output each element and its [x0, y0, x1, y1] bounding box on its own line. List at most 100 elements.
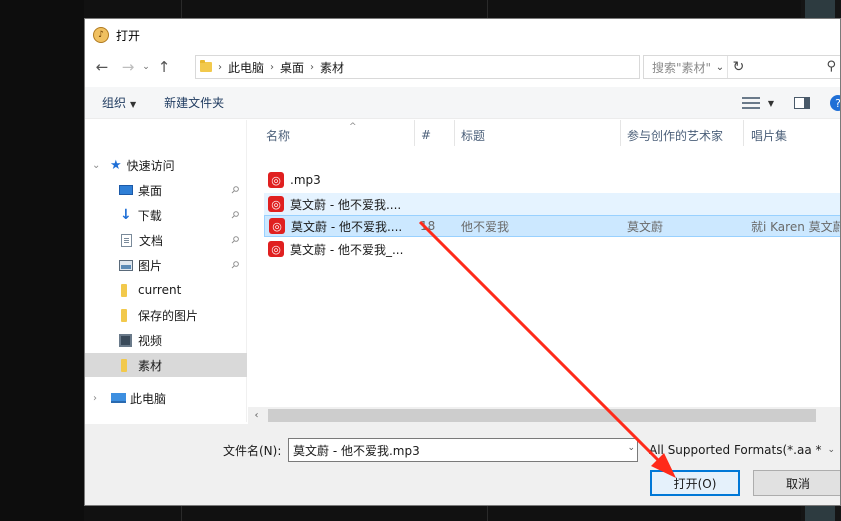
- column-header-album[interactable]: 唱片集: [751, 124, 787, 146]
- search-icon[interactable]: ⚲: [826, 59, 836, 74]
- file-artist: 莫文蔚: [627, 219, 664, 234]
- up-arrow-icon[interactable]: ↑: [153, 56, 175, 78]
- organize-label: 组织: [102, 96, 127, 110]
- chevron-down-icon[interactable]: ⌄: [627, 443, 635, 453]
- preview-pane-icon[interactable]: [794, 97, 810, 109]
- folder-icon: [200, 60, 212, 72]
- nav-item-current[interactable]: current: [85, 278, 247, 302]
- navigation-pane: ⌄ ★ 快速访问 桌面 ⚲ ↓ 下载 ⚲ 文档 ⚲ 图片 ⚲ current 保…: [85, 120, 247, 438]
- pin-icon: ⚲: [228, 183, 242, 197]
- breadcrumb-this-pc[interactable]: 此电脑: [228, 59, 264, 76]
- column-divider[interactable]: [620, 120, 621, 146]
- video-icon: [119, 333, 132, 347]
- view-controls: ▼ ?: [741, 87, 840, 119]
- nav-item-label: 素材: [138, 358, 163, 373]
- file-name-area: 文件名(N): 莫文蔚 - 他不爱我.mp3 ⌄ All Supported F…: [85, 424, 840, 505]
- nav-item-label: current: [138, 283, 182, 297]
- column-label: 名称: [266, 128, 291, 143]
- nav-item-materials[interactable]: 素材: [85, 353, 247, 377]
- chevron-down-icon[interactable]: ⌄: [92, 160, 100, 171]
- pictures-icon: [119, 259, 133, 271]
- chevron-right-icon[interactable]: ›: [270, 62, 274, 73]
- app-logo-icon: ♪: [93, 27, 109, 43]
- file-name: 莫文蔚 - 他不爱我....: [291, 219, 403, 234]
- chevron-right-icon[interactable]: ›: [310, 62, 314, 73]
- breadcrumb-desktop[interactable]: 桌面: [280, 59, 304, 76]
- file-type-filter[interactable]: All Supported Formats(*.aa * ⌄: [649, 438, 840, 462]
- netease-music-file-icon: ◎: [268, 196, 284, 212]
- chevron-right-icon[interactable]: ›: [93, 393, 97, 404]
- nav-item-downloads[interactable]: ↓ 下载 ⚲: [85, 203, 247, 227]
- file-name: 莫文蔚 - 他不爱我....: [290, 197, 402, 212]
- nav-item-desktop[interactable]: 桌面 ⚲: [85, 178, 247, 202]
- scrollbar-thumb[interactable]: [268, 409, 816, 422]
- command-toolbar: 组织 ▼ 新建文件夹 ▼ ?: [85, 87, 840, 119]
- cancel-button[interactable]: 取消: [753, 470, 840, 496]
- nav-item-saved-pictures[interactable]: 保存的图片: [85, 303, 247, 327]
- chevron-down-icon: ▼: [130, 100, 137, 109]
- file-row[interactable]: ◎ 莫文蔚 - 他不爱我....: [264, 193, 840, 215]
- address-bar[interactable]: › 此电脑 › 桌面 › 素材 ⌄ ↻: [195, 55, 744, 79]
- pc-icon: [111, 393, 126, 403]
- file-row[interactable]: ◎ .mp3: [264, 169, 840, 191]
- nav-item-label: 图片: [138, 258, 163, 273]
- column-header-name[interactable]: 名称 ^: [266, 122, 357, 146]
- title-bar: ♪ 打开: [85, 19, 840, 51]
- netease-music-file-icon: ◎: [268, 172, 284, 188]
- recent-locations-chevron-icon[interactable]: ⌄: [139, 56, 153, 78]
- new-folder-button[interactable]: 新建文件夹: [164, 94, 224, 111]
- back-arrow-icon[interactable]: ←: [91, 56, 113, 78]
- file-list: 名称 ^ # 标题 参与创作的艺术家 唱片集 ◎ .mp3 ◎ 莫文蔚 - 他不…: [248, 120, 841, 422]
- filename-input[interactable]: 莫文蔚 - 他不爱我.mp3 ⌄: [288, 438, 638, 462]
- sort-ascending-icon: ^: [349, 122, 357, 132]
- column-divider[interactable]: [454, 120, 455, 146]
- breadcrumb-materials[interactable]: 素材: [320, 59, 344, 76]
- filename-label: 文件名(N):: [223, 444, 282, 458]
- file-name: .mp3: [290, 173, 321, 187]
- pin-icon: ⚲: [228, 258, 242, 272]
- nav-item-quick-access[interactable]: ⌄ ★ 快速访问: [85, 153, 247, 177]
- view-options-icon[interactable]: [741, 96, 760, 110]
- nav-item-label: 文档: [139, 233, 164, 248]
- column-divider[interactable]: [743, 120, 744, 146]
- forward-arrow-icon[interactable]: →: [117, 56, 139, 78]
- dialog-title: 打开: [116, 28, 141, 43]
- file-title: 他不爱我: [461, 219, 510, 234]
- chevron-down-icon: ⌄: [827, 445, 836, 455]
- open-file-dialog: ♪ 打开 ← → ⌄ ↑ › 此电脑 › 桌面 › 素材 ⌄ ↻ 搜索"素材" …: [84, 18, 841, 506]
- nav-item-pictures[interactable]: 图片 ⚲: [85, 253, 247, 277]
- netease-music-file-icon: ◎: [269, 218, 285, 234]
- file-name: 莫文蔚 - 他不爱我_...: [290, 242, 404, 257]
- nav-item-label: 视频: [138, 333, 163, 348]
- organize-button[interactable]: 组织 ▼: [102, 94, 136, 111]
- open-button[interactable]: 打开(O): [650, 470, 740, 496]
- nav-item-label: 此电脑: [130, 391, 167, 406]
- desktop-icon: [119, 185, 133, 195]
- view-dropdown-icon[interactable]: ▼: [768, 99, 774, 108]
- chevron-right-icon[interactable]: ›: [218, 62, 222, 73]
- nav-item-this-pc[interactable]: › 此电脑: [85, 386, 247, 410]
- column-header-title[interactable]: 标题: [461, 124, 485, 146]
- nav-item-label: 快速访问: [126, 158, 175, 173]
- help-icon[interactable]: ?: [830, 95, 840, 111]
- search-input[interactable]: 搜索"素材" ⚲: [643, 55, 840, 79]
- column-divider[interactable]: [414, 120, 415, 146]
- nav-item-videos[interactable]: 视频: [85, 328, 247, 352]
- folder-icon: [121, 308, 127, 322]
- nav-item-label: 桌面: [138, 183, 163, 198]
- file-row-selected[interactable]: ◎ 莫文蔚 - 他不爱我.... 18 他不爱我 莫文蔚 就i Karen 莫文…: [264, 215, 841, 237]
- horizontal-scrollbar[interactable]: ‹: [248, 407, 840, 424]
- file-type-value: All Supported Formats(*.aa *: [649, 443, 822, 457]
- scroll-left-icon[interactable]: ‹: [248, 407, 265, 424]
- file-row[interactable]: ◎ 莫文蔚 - 他不爱我_...: [264, 238, 840, 260]
- pin-icon: ⚲: [228, 233, 242, 247]
- document-icon: [121, 233, 132, 247]
- nav-item-documents[interactable]: 文档 ⚲: [85, 228, 247, 252]
- column-header-artist[interactable]: 参与创作的艺术家: [627, 124, 723, 146]
- file-album: 就i Karen 莫文蔚: [751, 219, 841, 234]
- star-icon: ★: [110, 157, 122, 173]
- pin-icon: ⚲: [228, 208, 242, 222]
- file-number: 18: [420, 219, 436, 233]
- column-header-number[interactable]: #: [421, 124, 431, 146]
- folder-icon: [121, 283, 127, 297]
